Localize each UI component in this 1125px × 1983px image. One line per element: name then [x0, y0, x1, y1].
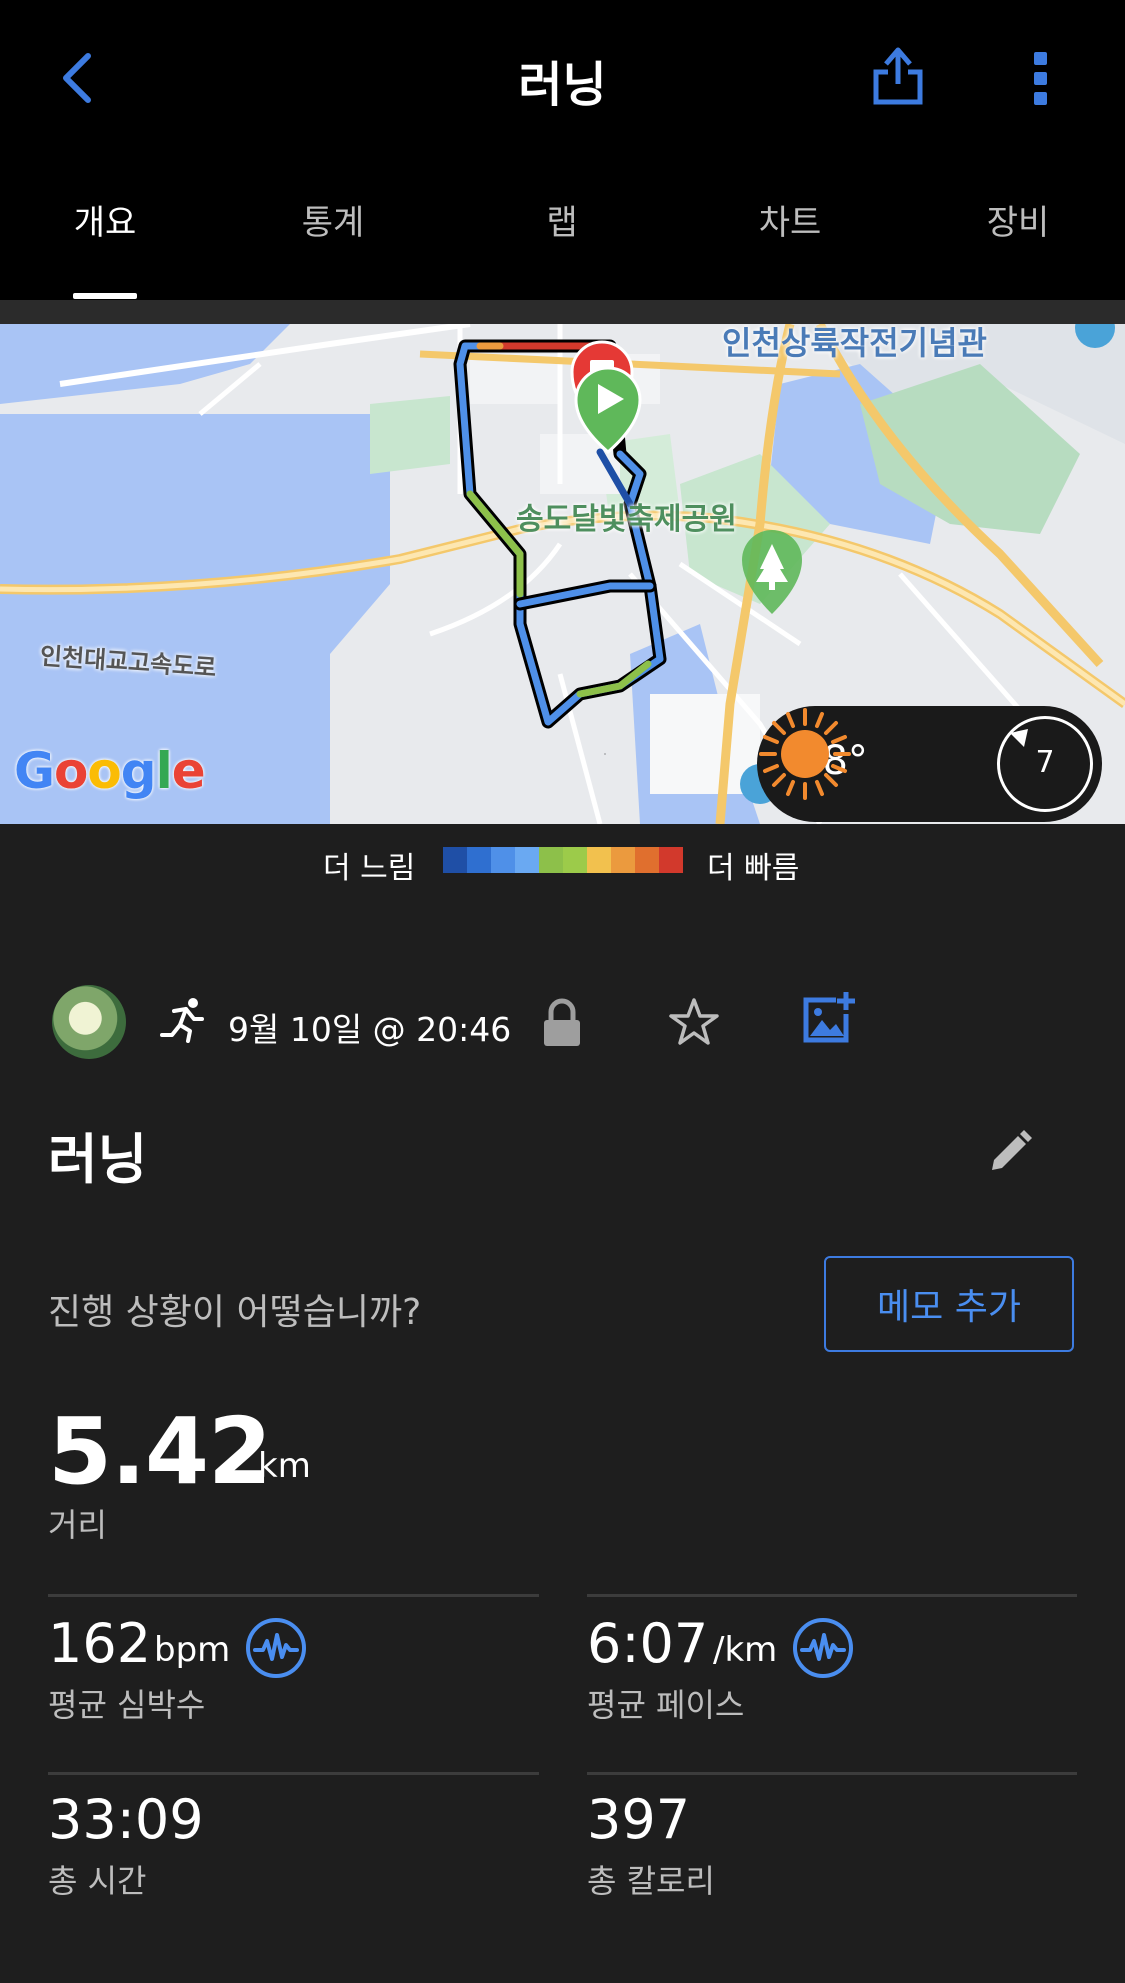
google-logo: Google	[14, 742, 206, 800]
activity-date: 9월 10일 @ 20:46	[228, 1010, 512, 1049]
legend-faster-label: 더 빠름	[707, 851, 800, 886]
legend-color-swatch	[467, 847, 491, 873]
wind-speed-text: 7	[1035, 745, 1055, 780]
legend-color-swatch	[611, 847, 635, 873]
map-label-park: 송도달빛축제공원	[516, 502, 737, 537]
calories-label: 총 칼로리	[587, 1862, 715, 1900]
pace-value: 6:07	[587, 1612, 709, 1675]
add-memo-button[interactable]: 메모 추가	[824, 1256, 1074, 1352]
pace-unit: /km	[713, 1630, 778, 1670]
legend-color-swatch	[635, 847, 659, 873]
tab-laps[interactable]: 랩	[492, 195, 632, 244]
divider	[48, 1772, 539, 1775]
calories-value: 397	[587, 1788, 691, 1851]
heart-rate-chart-icon[interactable]	[245, 1617, 307, 1679]
running-icon	[160, 998, 204, 1043]
avatar[interactable]	[52, 985, 126, 1059]
distance-label: 거리	[48, 1506, 107, 1544]
edit-pencil-icon[interactable]	[988, 1130, 1032, 1174]
pace-chart-icon[interactable]	[792, 1617, 854, 1679]
activity-title: 러닝	[48, 1128, 148, 1191]
legend-color-swatch	[443, 847, 467, 873]
star-icon[interactable]	[668, 997, 720, 1047]
tab-charts[interactable]: 차트	[720, 195, 860, 244]
map-label-memorial: 인천상륙작전기념관	[722, 324, 987, 362]
lock-icon[interactable]	[540, 998, 584, 1048]
distance-value: 5.42	[48, 1398, 272, 1505]
legend-color-swatch	[515, 847, 539, 873]
pace-label: 평균 페이스	[587, 1686, 745, 1724]
total-time-label: 총 시간	[48, 1862, 147, 1900]
heart-rate-label: 평균 심박수	[48, 1686, 206, 1724]
sun-icon	[759, 708, 851, 800]
legend-color-bar	[443, 847, 683, 873]
tab-gear[interactable]: 장비	[948, 195, 1088, 244]
legend-color-swatch	[563, 847, 587, 873]
activity-meta-row: 9월 10일 @ 20:46	[0, 985, 1125, 1065]
share-button[interactable]	[868, 42, 928, 108]
section-divider	[0, 300, 1125, 324]
tab-bar: 개요 통계 랩 차트 장비	[0, 195, 1125, 300]
divider	[48, 1594, 539, 1597]
tab-overview[interactable]: 개요	[35, 195, 175, 244]
more-vertical-icon	[1034, 52, 1047, 105]
total-time-value: 33:09	[48, 1788, 204, 1851]
progress-prompt: 진행 상황이 어떻습니까?	[48, 1292, 422, 1333]
share-icon	[873, 47, 923, 105]
page-title: 러닝	[518, 57, 607, 113]
pace-legend: 더 느림 더 빠름	[0, 835, 1125, 886]
active-tab-indicator	[73, 293, 137, 299]
weather-badge[interactable]: 28° 7	[757, 706, 1102, 822]
divider	[587, 1594, 1077, 1597]
legend-color-swatch	[539, 847, 563, 873]
more-options-button[interactable]	[1026, 48, 1056, 108]
legend-color-swatch	[491, 847, 515, 873]
legend-color-swatch	[659, 847, 683, 873]
route-map[interactable]: 인천상륙작전기념관 송도달빛축제공원 인천대교고속도로 Google 28° 7	[0, 324, 1125, 824]
wind-indicator: 7	[997, 716, 1093, 812]
legend-color-swatch	[587, 847, 611, 873]
divider	[587, 1772, 1077, 1775]
heart-rate-value: 162	[48, 1612, 152, 1675]
tab-stats[interactable]: 통계	[263, 195, 403, 244]
legend-slower-label: 더 느림	[323, 851, 416, 886]
add-photo-icon[interactable]	[800, 990, 856, 1046]
heart-rate-unit: bpm	[154, 1630, 231, 1670]
distance-unit: km	[258, 1446, 311, 1486]
app-header: 러닝 개요 통계 랩 차트 장비	[0, 0, 1125, 300]
